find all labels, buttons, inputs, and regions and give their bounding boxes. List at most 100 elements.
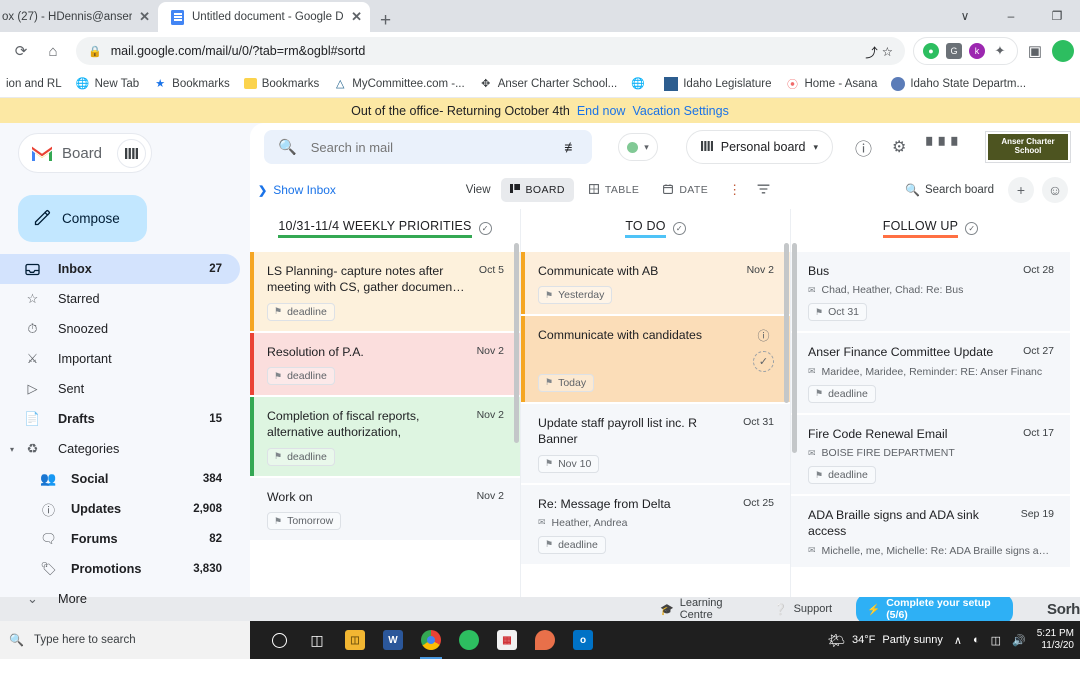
complete-setup-button[interactable]: ⚡ Complete your setup (5/6) (856, 594, 1014, 624)
reload-icon[interactable]: ⟳ (6, 36, 36, 66)
board-card[interactable]: Work on Nov 2 ⚑ Tomorrow (250, 477, 520, 543)
browser-tab-google-docs[interactable]: Untitled document - Google Docs ✕ (158, 2, 370, 32)
search-input[interactable] (310, 139, 551, 155)
sidebar-item-sent[interactable]: ▷ Sent (0, 374, 240, 404)
address-bar[interactable]: 🔒 mail.google.com/mail/u/0/?tab=rm&ogbl#… (76, 37, 905, 65)
new-tab-button[interactable]: + (370, 11, 401, 32)
evernote-extension-icon[interactable]: ● (923, 43, 939, 59)
wifi-icon[interactable]: ◐ (973, 634, 980, 646)
support-link[interactable]: ❔ Support (774, 603, 832, 616)
apps-grid-icon[interactable]: ▘▘▘ (926, 139, 964, 153)
tab-view-date[interactable]: DATE (654, 178, 717, 202)
store-icon[interactable]: ▦ (490, 621, 524, 659)
presence-selector[interactable]: ▾ (618, 133, 658, 161)
cortana-icon[interactable] (262, 621, 296, 659)
bookmark-item[interactable]: ★ Bookmarks (153, 77, 229, 91)
filter-icon[interactable] (752, 183, 775, 198)
word-icon[interactable]: W (376, 621, 410, 659)
card-chip[interactable]: ⚑ Tomorrow (267, 512, 342, 531)
browser-tab-gmail[interactable]: ox (27) - HDennis@ansercharters ✕ (0, 2, 158, 32)
close-icon[interactable]: ✕ (139, 9, 150, 25)
bookmark-star-icon[interactable]: ☆ (882, 44, 893, 59)
board-card[interactable]: LS Planning- capture notes after meeting… (250, 252, 520, 333)
compose-button[interactable]: Compose (18, 195, 147, 242)
sidebar-item-updates[interactable]: ⓘ Updates 2,908 (0, 494, 240, 524)
show-inbox-button[interactable]: ❯ Show Inbox (258, 183, 336, 197)
add-card-button[interactable]: + (1008, 177, 1034, 203)
tab-view-table[interactable]: TABLE (580, 178, 648, 202)
tab-view-board[interactable]: BOARD (500, 178, 574, 202)
card-chip[interactable]: ⚑ deadline (538, 535, 606, 554)
more-options-icon[interactable]: ⋮ (723, 182, 746, 198)
board-card[interactable]: Anser Finance Committee Update Oct 27 ✉ … (791, 333, 1070, 415)
home-icon[interactable]: ⌂ (38, 36, 68, 66)
column-header[interactable]: FOLLOW UP ✓ (791, 209, 1070, 247)
tune-icon[interactable]: ≢ (564, 139, 578, 155)
bookmark-item[interactable]: ✥ Anser Charter School... (479, 77, 617, 91)
gear-icon[interactable]: ⚙ (892, 137, 906, 157)
board-card[interactable]: Communicate with AB Nov 2 ⚑ Yesterday (521, 252, 790, 317)
sidebar-item-categories[interactable]: ▾ ♻ Categories (0, 434, 240, 464)
board-card[interactable]: Re: Message from Delta Oct 25 ✉ Heather,… (521, 484, 790, 566)
kami-extension-icon[interactable]: k (969, 43, 985, 59)
sidebar-item-snoozed[interactable]: ⏱ Snoozed (0, 314, 240, 344)
board-card[interactable]: Communicate with candidates ⓘ ✓ ⚑ Today (521, 316, 790, 404)
evernote-icon[interactable] (452, 621, 486, 659)
slack-icon[interactable] (528, 621, 562, 659)
share-icon[interactable]: ⤴ (865, 42, 878, 61)
column-check-icon[interactable]: ✓ (478, 221, 492, 235)
bookmark-item[interactable]: ion and RL (6, 78, 62, 90)
sidebar-item-forums[interactable]: 🗨 Forums 82 (0, 524, 240, 554)
chevron-down-icon[interactable]: ∨ (942, 0, 988, 32)
clock[interactable]: 5:21 PM 11/3/20 (1037, 628, 1074, 653)
board-card[interactable]: ADA Braille signs and ADA sink access Se… (791, 496, 1070, 569)
search-board-button[interactable]: 🔍 Search board (905, 183, 994, 197)
card-chip[interactable]: ⚑ deadline (267, 367, 335, 386)
weather-widget[interactable]: 🌤 34°F Partly sunny (827, 632, 943, 649)
file-explorer-icon[interactable]: ◫ (338, 621, 372, 659)
bookmark-item[interactable]: ⦿ Home - Asana (785, 77, 877, 91)
sidebar-item-social[interactable]: 👥 Social 384 (0, 464, 240, 494)
bookmark-item[interactable]: △ MyCommittee.com -... (333, 77, 465, 91)
board-card[interactable]: Completion of fiscal reports, alternativ… (250, 397, 520, 478)
side-panel-icon[interactable]: ▣ (1020, 36, 1050, 66)
vacation-settings-link[interactable]: Vacation Settings (632, 104, 728, 118)
search-bar[interactable]: 🔍 ≢ (264, 130, 593, 164)
card-chip[interactable]: ⚑ Nov 10 (538, 454, 600, 473)
column-scrollbar[interactable] (792, 243, 797, 453)
column-header[interactable]: 10/31-11/4 WEEKLY PRIORITIES ✓ (250, 209, 520, 247)
card-chip[interactable]: ⚑ Today (538, 373, 595, 392)
column-scrollbar[interactable] (514, 243, 519, 443)
chrome-icon[interactable] (414, 621, 448, 659)
sidebar-item-more[interactable]: ⌄ More (0, 584, 240, 614)
column-header[interactable]: TO DO ✓ (521, 209, 790, 247)
close-icon[interactable]: ✕ (351, 9, 362, 25)
account-logo[interactable]: Anser Charter School (986, 132, 1070, 162)
chevron-down-circle-icon[interactable]: ⓘ (757, 327, 769, 344)
card-chip[interactable]: ⚑ deadline (267, 447, 335, 466)
card-chip[interactable]: ⚑ deadline (808, 466, 876, 485)
card-chip[interactable]: ⚑ Yesterday (538, 286, 613, 305)
column-check-icon[interactable]: ✓ (965, 221, 979, 235)
board-card[interactable]: Fire Code Renewal Email Oct 17 ✉ BOISE F… (791, 414, 1070, 497)
card-chip[interactable]: ⚑ Oct 31 (808, 303, 868, 322)
task-view-icon[interactable]: ◫ (300, 621, 334, 659)
outlook-icon[interactable]: o (566, 621, 600, 659)
bookmark-item[interactable]: Idaho Legislature (664, 76, 771, 91)
board-card[interactable]: Resolution of P.A. Nov 2 ⚑ deadline (250, 332, 520, 398)
sidebar-item-drafts[interactable]: 📄 Drafts 15 (0, 404, 240, 434)
sidebar-item-promotions[interactable]: 🏷 Promotions 3,830 (0, 554, 240, 584)
windows-search-box[interactable]: 🔍 Type here to search (0, 621, 250, 659)
board-columns-icon[interactable] (117, 138, 146, 168)
column-check-icon[interactable]: ✓ (672, 221, 686, 235)
minimize-button[interactable]: – (988, 0, 1034, 32)
card-complete-icon[interactable]: ✓ (753, 351, 774, 373)
avatar[interactable] (1052, 40, 1074, 62)
gmail-board-logo[interactable]: Board (18, 133, 152, 173)
bookmark-item[interactable]: Idaho State Departm... (891, 76, 1026, 91)
battery-icon[interactable]: ◫ (991, 634, 1001, 647)
bookmark-item[interactable]: Bookmarks (243, 78, 319, 90)
end-now-link[interactable]: End now (577, 104, 626, 118)
sidebar-item-important[interactable]: ⚔ Important (0, 344, 240, 374)
maximize-button[interactable]: ❐ (1034, 0, 1080, 32)
